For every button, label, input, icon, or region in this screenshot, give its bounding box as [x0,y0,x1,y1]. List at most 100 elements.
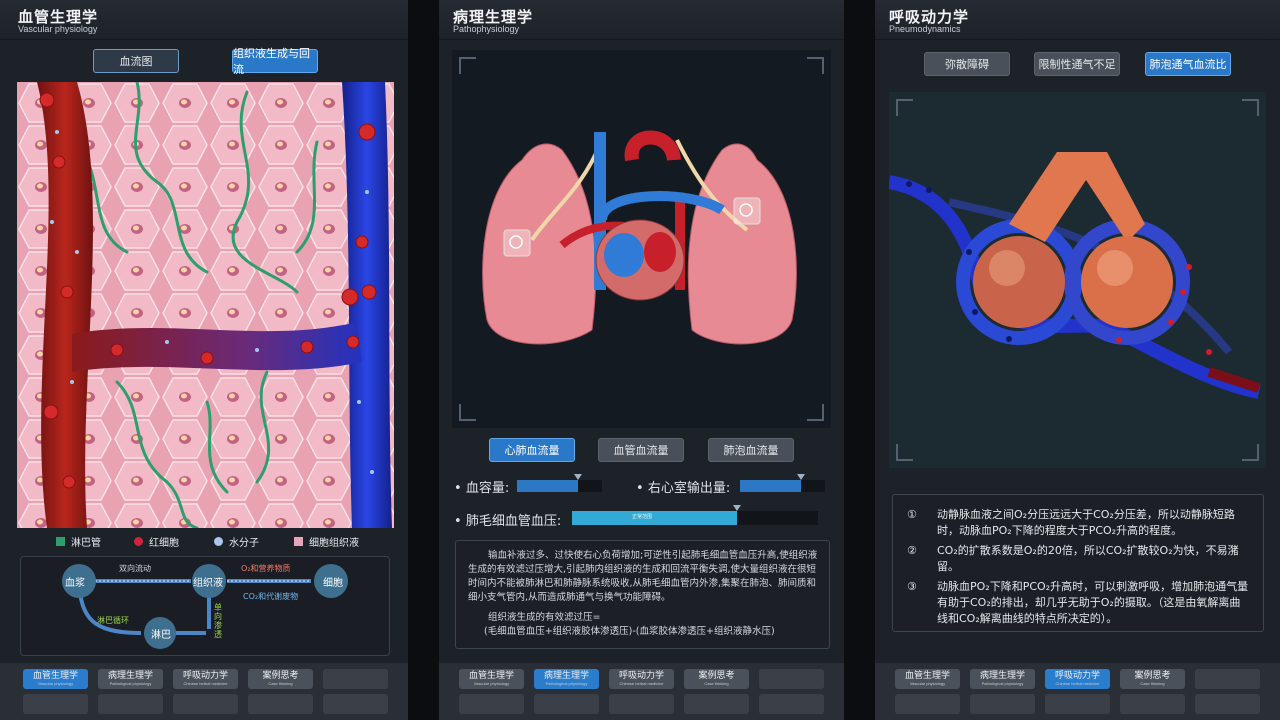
nav-empty-slot [1195,669,1260,689]
nav-empty-slot [1195,694,1260,714]
blood-volume-slider[interactable] [517,474,602,492]
slider-fill [572,511,737,525]
slider-thumb[interactable] [574,474,583,480]
nav-pneumodynamics[interactable]: 呼吸动力学 Chinese herbal medicine [609,669,674,689]
nav-empty-slot [173,694,238,714]
note-item: ① 动静脉血液之间O₂分压远远大于CO₂分压差，所以动静脉短路时，动脉血PO₂下… [907,507,1249,539]
capillary-pressure-slider[interactable]: 正常范围 [572,505,818,525]
nav-label: 案例思考 [698,671,735,681]
nav-empty-slot [684,694,749,714]
nav-empty-slot [98,694,163,714]
rv-output-slider[interactable] [740,474,825,492]
nav-sub: Chinese herbal medicine [1055,681,1100,686]
nav-label: 呼吸动力学 [182,671,228,681]
note-number: ① [907,508,917,521]
heart-lung-visualization[interactable] [452,50,831,428]
node-cell: 细胞 [323,578,343,589]
legend-label: 淋巴管 [71,538,101,549]
formula-title: 组织液生成的有效滤过压= [488,612,601,623]
legend-item-red-cell: 红细胞 [134,534,179,549]
slider-thumb[interactable] [732,505,741,511]
nav-empty-slot [970,694,1035,714]
nav-empty-slot [1045,694,1110,714]
note-text: CO₂的扩散系数是O₂的20倍，所以CO₂扩散较O₂为快，不易潴留。 [937,544,1239,573]
panel-pathophysiology: 病理生理学 Pathophysiology 心肺血流量 血管血流量 肺泡血流量 … [439,0,844,720]
panel-subtitle: Vascular physiology [18,24,98,34]
formula-text: (毛细血管血压+组织液胶体渗透压)-(血浆胶体渗透压+组织液静水压) [484,626,775,637]
pathology-description-box: 输血补液过多、过快使右心负荷增加;可逆性引起肺毛细血管血压升高,使组织液生成的有… [455,540,830,649]
nav-empty-slot [23,694,88,714]
note-item: ③ 动脉血PO₂下降和PCO₂升高时，可以刺激呼吸，增加肺泡通气量有助于CO₂的… [907,579,1249,627]
panel-pneumodynamics: 呼吸动力学 Pneumodynamics 弥散障碍 限制性通气不足 肺泡通气血流… [875,0,1280,720]
note-text: 动静脉血液之间O₂分压远远大于CO₂分压差，所以动静脉短路时，动脉血PO₂下降的… [937,508,1235,537]
nav-empty-slot [248,694,313,714]
nav-sub: Case thinking [268,681,293,686]
diffusion-disorder-button[interactable]: 弥散障碍 [924,52,1010,76]
nav-label: 病理生理学 [107,671,153,681]
nav-pneumodynamics[interactable]: 呼吸动力学 Chinese herbal medicine [173,669,238,689]
nav-label: 病理生理学 [979,671,1025,681]
nav-pathophysiology[interactable]: 病理生理学 Pathological physiology [98,669,163,689]
bottom-nav: 血管生理学 Vascular physiology 病理生理学 Pathologic… [439,663,844,720]
capillary-tissue-visualization[interactable] [17,82,394,528]
nav-empty-slot [759,669,824,689]
nav-label: 呼吸动力学 [1054,671,1100,681]
nav-pneumodynamics[interactable]: 呼吸动力学 Chinese herbal medicine [1045,669,1110,689]
alveolar-flow-button[interactable]: 肺泡血流量 [708,438,794,462]
node-lymph: 淋巴 [151,630,171,641]
slider-label-blood-volume: • 血容量: [454,481,510,496]
slider-label-capillary-pressure: • 肺毛细血管血压: [454,514,562,529]
note-text: 动脉血PO₂下降和PCO₂升高时，可以刺激呼吸，增加肺泡通气量有助于CO₂的排出… [937,580,1249,625]
nav-case-thinking[interactable]: 案例思考 Case thinking [684,669,749,689]
nav-sub: Case thinking [704,681,729,686]
nav-empty-slot [1120,694,1185,714]
nav-label: 案例思考 [1134,671,1171,681]
label-bidirectional: 双向流动 [119,564,151,573]
nav-vascular-physiology[interactable]: 血管生理学 Vascular physiology [895,669,960,689]
label-co2-waste: CO₂和代谢废物 [243,592,299,601]
slider-thumb[interactable] [797,474,806,480]
panel-subtitle: Pathophysiology [453,24,520,34]
va-q-ratio-button[interactable]: 肺泡通气血流比 [1145,52,1231,76]
slider-label-text: 肺毛细血管血压: [465,514,562,529]
label-lymph-cycle: 淋巴循环 [97,616,129,625]
legend-item-water: 水分子 [214,534,259,549]
nav-empty-slot [759,694,824,714]
alveoli-image [889,99,1261,461]
capillary-tissue-image [17,82,394,528]
nav-sub: Vascular physiology [37,681,74,686]
legend-swatch [56,537,65,546]
nav-case-thinking[interactable]: 案例思考 Case thinking [248,669,313,689]
nav-vascular-physiology[interactable]: 血管生理学 Vascular physiology [23,669,88,689]
nav-empty-slot [895,694,960,714]
nav-vascular-physiology[interactable]: 血管生理学 Vascular physiology [459,669,524,689]
nav-empty-slot [323,694,388,714]
panel-vascular-physiology: 血管生理学 Vascular physiology 血流图 组织液生成与回流 淋… [0,0,408,720]
pneumodynamics-notes-box: ① 动静脉血液之间O₂分压远远大于CO₂分压差，所以动静脉短路时，动脉血PO₂下… [892,494,1264,632]
slider-label-text: 血容量: [465,481,510,496]
tissue-fluid-button[interactable]: 组织液生成与回流 [232,47,318,76]
nav-empty-slot [323,669,388,689]
diagram-connectors [62,564,348,649]
slider-label-text: 右心室输出量: [647,481,731,496]
legend-swatch [134,537,143,546]
nav-case-thinking[interactable]: 案例思考 Case thinking [1120,669,1185,689]
nav-pathophysiology[interactable]: 病理生理学 Pathological physiology [534,669,599,689]
label-o2-nutrients: O₂和营养物质 [241,564,291,573]
note-number: ③ [907,580,917,593]
normal-range-label: 正常范围 [632,514,653,520]
heart-lung-flow-button[interactable]: 心肺血流量 [489,438,575,462]
nav-label: 案例思考 [262,671,299,681]
legend-item-lymph: 淋巴管 [56,534,101,549]
restrictive-hypoventilation-button[interactable]: 限制性通气不足 [1034,52,1120,76]
note-number: ② [907,544,917,557]
bottom-nav: 血管生理学 Vascular physiology 病理生理学 Pathologic… [875,663,1280,720]
nav-empty-slot [459,694,524,714]
blood-flow-map-button[interactable]: 血流图 [93,49,179,73]
alveoli-visualization[interactable] [889,92,1266,468]
legend: 淋巴管 红细胞 水分子 细胞组织液 [0,534,408,549]
nav-pathophysiology[interactable]: 病理生理学 Pathological physiology [970,669,1035,689]
nav-sub: Chinese herbal medicine [619,681,664,686]
vascular-flow-button[interactable]: 血管血流量 [598,438,684,462]
pathology-description: 输血补液过多、过快使右心负荷增加;可逆性引起肺毛细血管血压升高,使组织液生成的有… [468,550,818,603]
